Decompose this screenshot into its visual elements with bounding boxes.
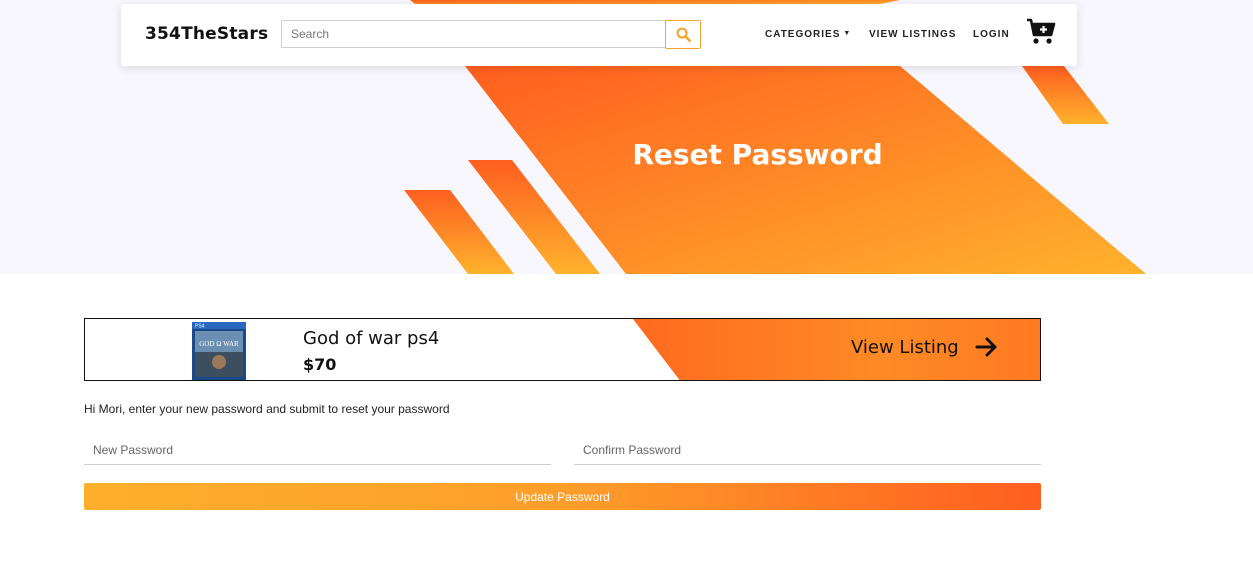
reset-instructions: Hi Mori, enter your new password and sub…: [84, 402, 450, 416]
arrow-right-icon: [975, 337, 997, 357]
nav-categories-dropdown[interactable]: CATEGORIES ▼: [765, 29, 851, 40]
svg-text:PS4: PS4: [195, 324, 205, 330]
svg-text:GOD Ω WAR: GOD Ω WAR: [199, 340, 239, 348]
confirm-password-field[interactable]: [574, 436, 1041, 465]
top-navbar: 354TheStars CATEGORIES▼ VIEW LISTINGS LO…: [121, 4, 1077, 66]
search-input[interactable]: [281, 20, 666, 48]
page-title: Reset Password: [632, 138, 883, 171]
listing-price: $70: [303, 355, 337, 374]
nav-login[interactable]: LOGIN: [973, 29, 1010, 40]
new-password-field[interactable]: [84, 436, 551, 465]
update-password-button[interactable]: Update Password: [84, 483, 1041, 510]
nav-view-listings[interactable]: VIEW LISTINGS: [869, 29, 956, 40]
brand-logo[interactable]: 354TheStars: [145, 24, 268, 44]
view-listing-label: View Listing: [851, 336, 959, 358]
cart-plus-icon[interactable]: [1026, 18, 1056, 46]
search-button[interactable]: [665, 20, 701, 49]
nav-categories-label: CATEGORIES: [765, 29, 841, 40]
search-icon: [676, 27, 691, 42]
caret-down-icon: ▼: [843, 30, 852, 37]
view-listing-button[interactable]: View Listing: [851, 336, 999, 358]
game-cover-image: PS4 GOD Ω WAR: [192, 322, 246, 380]
listing-title: God of war ps4: [303, 328, 440, 349]
listing-card[interactable]: PS4 GOD Ω WAR God of war ps4 $70 View Li…: [84, 318, 1041, 381]
